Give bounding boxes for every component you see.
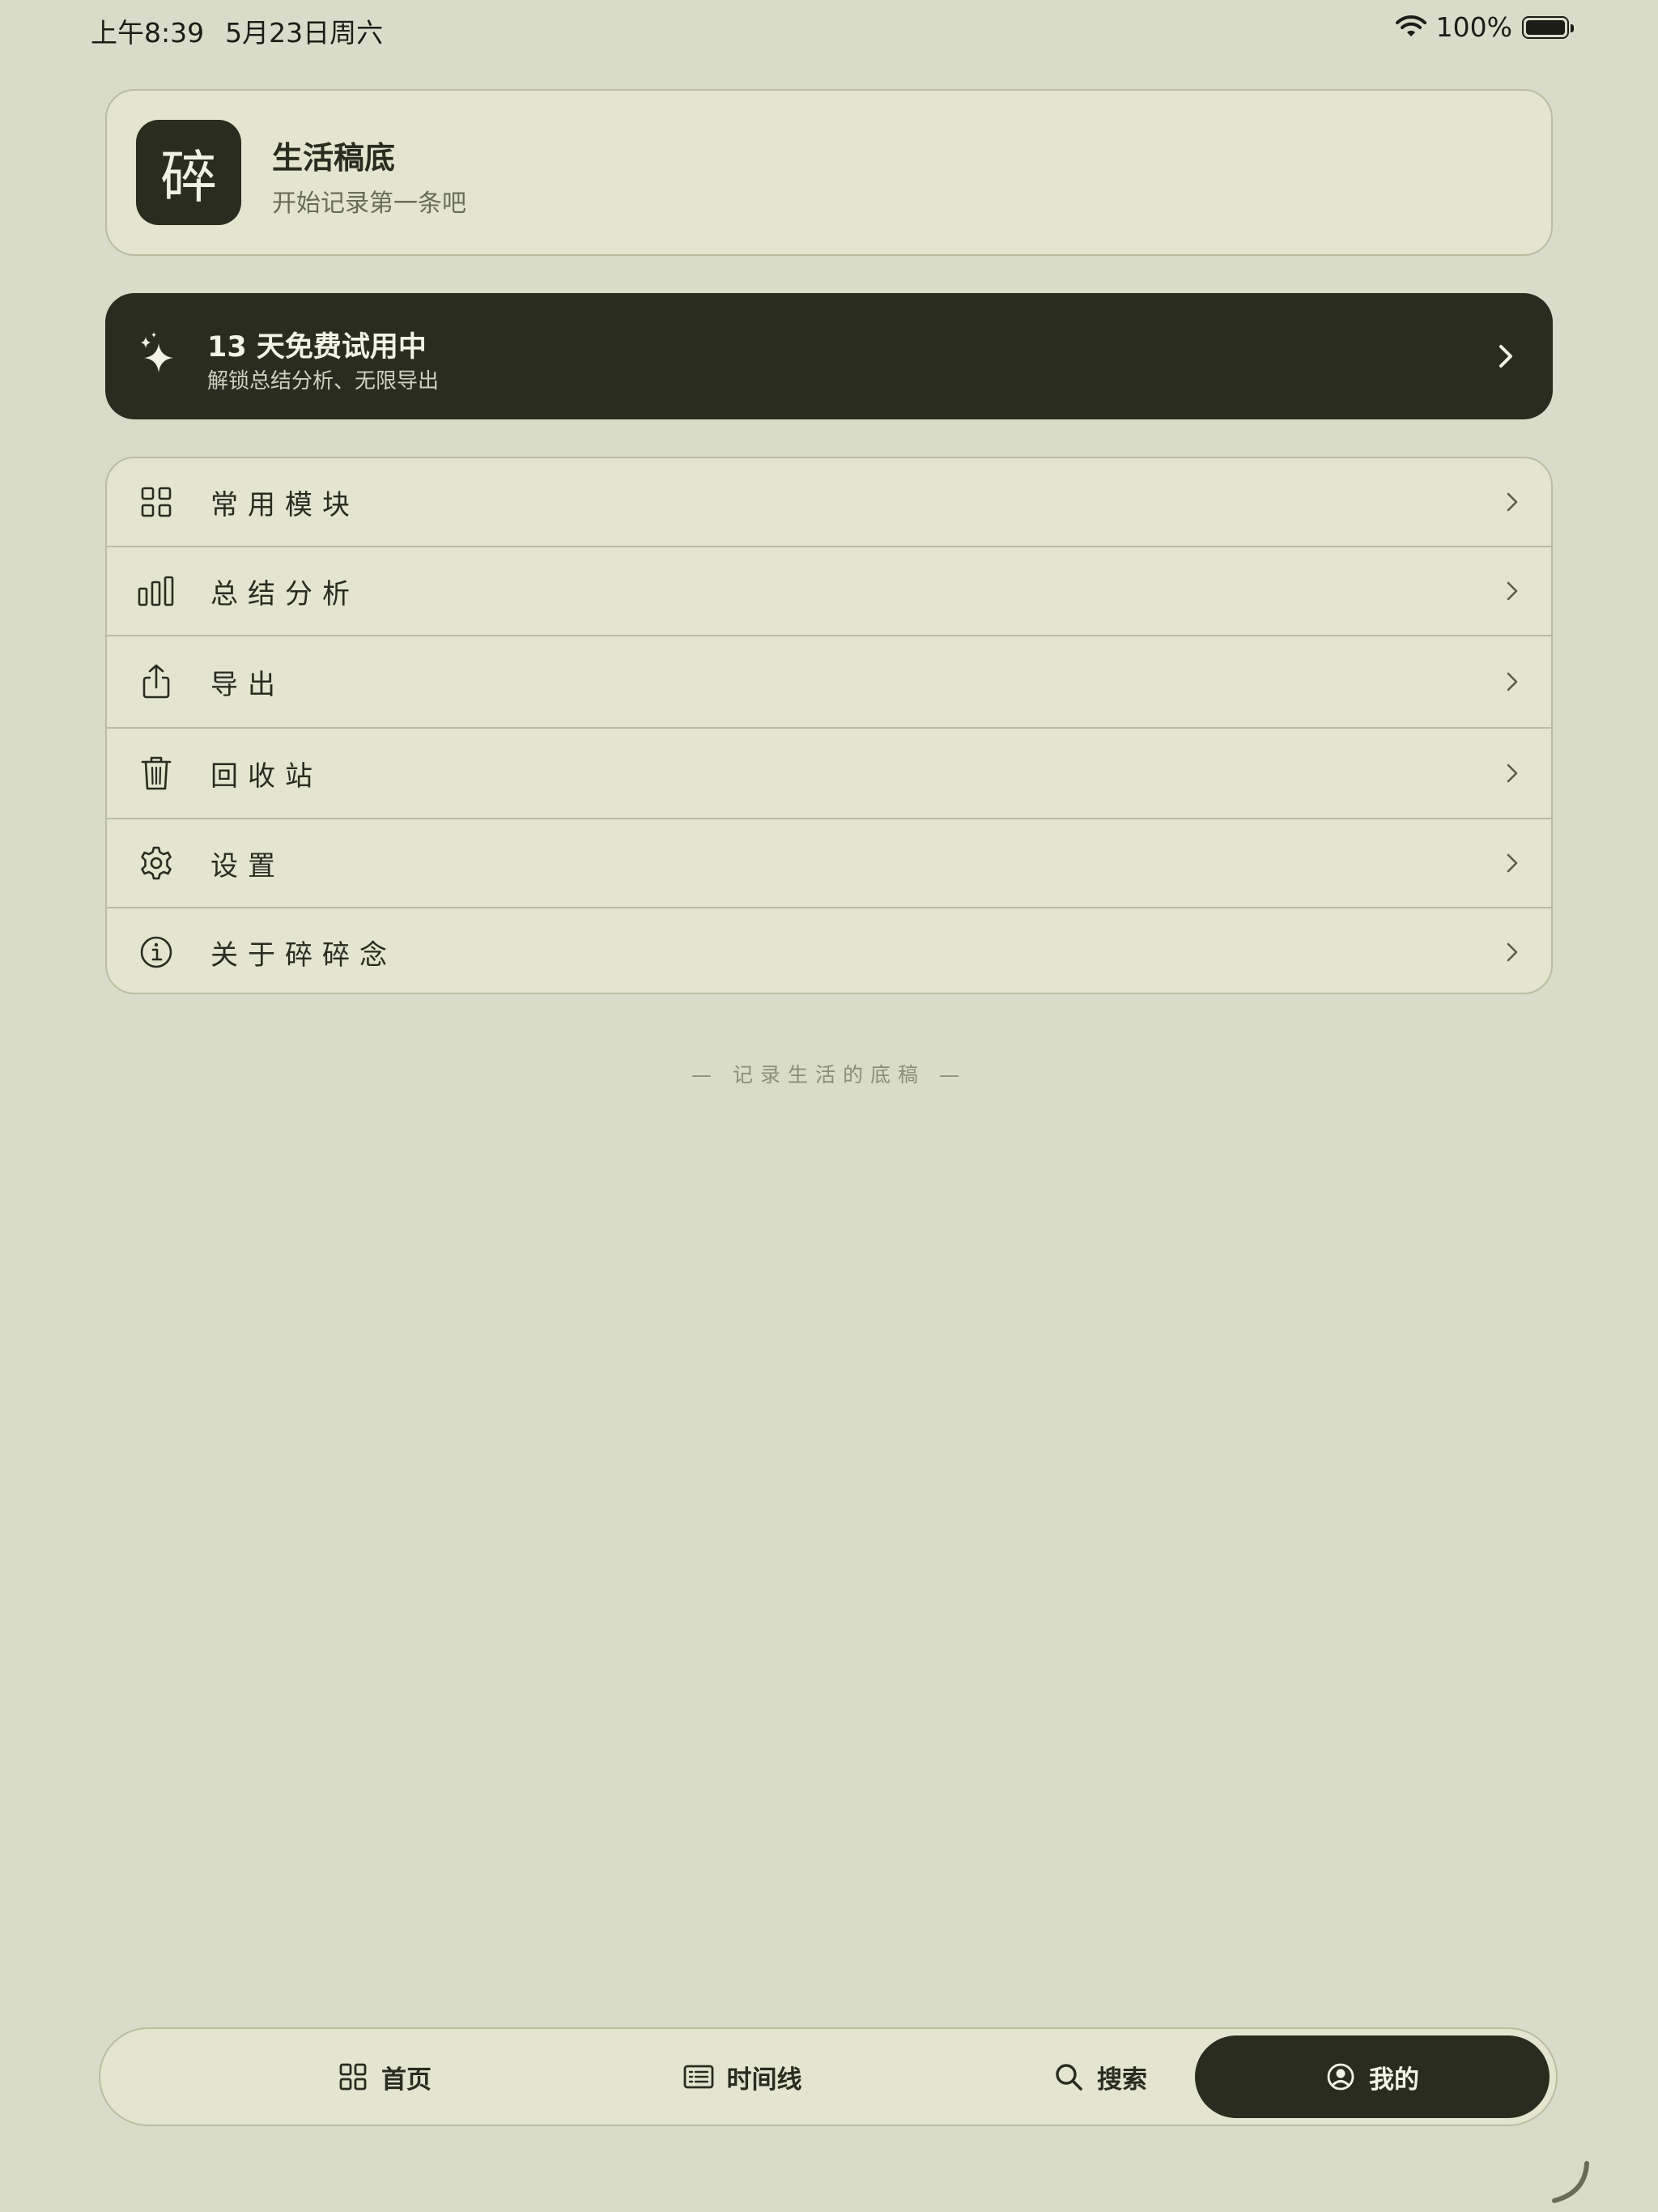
tab-label: 我的 (1369, 2065, 1419, 2095)
profile-subtitle: 开始记录第一条吧 (272, 189, 466, 218)
share-icon (142, 664, 170, 699)
status-right: 100% (1395, 11, 1574, 43)
menu-item-modules[interactable]: 常用模块 (107, 458, 1551, 546)
resize-corner-icon (1552, 2161, 1589, 2203)
user-icon (1327, 2063, 1354, 2091)
status-left: 上午8:39 5月23日周六 (91, 11, 383, 50)
menu-item-label: 导出 (210, 668, 285, 701)
tab-label: 首页 (381, 2065, 432, 2095)
menu-item-analysis[interactable]: 总结分析 (107, 546, 1551, 635)
tab-label: 搜索 (1097, 2065, 1147, 2095)
menu-item-label: 常用模块 (210, 488, 359, 521)
search-icon (1056, 2064, 1082, 2091)
menu-item-trash[interactable]: 回收站 (107, 727, 1551, 818)
chevron-right-icon (1507, 942, 1518, 962)
page: 上午8:39 5月23日周六 100% 碎 生活稿底 开始记录第一条吧 13 天… (0, 0, 1658, 2212)
menu-item-settings[interactable]: 设置 (107, 818, 1551, 907)
trash-icon (141, 756, 172, 790)
status-time: 上午8:39 (91, 17, 205, 49)
status-date: 5月23日周六 (225, 17, 384, 49)
menu-card: 常用模块 总结分析 导出 回收站 设置 关于碎碎念 (105, 457, 1553, 994)
info-icon (140, 936, 172, 968)
profile-card[interactable]: 碎 生活稿底 开始记录第一条吧 (105, 89, 1553, 256)
grid-icon (339, 2063, 367, 2091)
sparkle-icon (141, 332, 173, 372)
battery-percent: 100% (1435, 11, 1512, 43)
tab-home[interactable]: 首页 (207, 2035, 562, 2118)
menu-item-label: 设置 (210, 849, 285, 883)
tab-timeline[interactable]: 时间线 (565, 2035, 920, 2118)
chevron-right-icon (1507, 581, 1518, 601)
menu-item-label: 总结分析 (210, 577, 359, 610)
profile-title: 生活稿底 (272, 140, 396, 176)
app-avatar: 碎 (136, 120, 241, 225)
wifi-icon (1395, 15, 1426, 36)
menu-item-label: 回收站 (210, 759, 322, 793)
trial-subtitle: 解锁总结分析、无限导出 (207, 369, 440, 393)
status-bar: 上午8:39 5月23日周六 100% (0, 0, 1658, 58)
chevron-right-icon (1507, 492, 1518, 512)
trial-title: 13 天免费试用中 (207, 331, 427, 364)
menu-item-export[interactable]: 导出 (107, 635, 1551, 727)
trial-banner[interactable]: 13 天免费试用中 解锁总结分析、无限导出 (105, 293, 1553, 419)
grid-icon (141, 487, 172, 517)
tab-profile[interactable]: 我的 (1195, 2035, 1550, 2118)
tab-bar: 首页 时间线 搜索 我的 (99, 2027, 1558, 2126)
gear-icon (141, 846, 172, 880)
bar-chart-icon (138, 576, 174, 606)
chevron-right-icon (1507, 672, 1518, 691)
battery-icon (1522, 15, 1574, 39)
timeline-icon (683, 2065, 713, 2089)
chevron-right-icon (1507, 853, 1518, 873)
tab-label: 时间线 (726, 2065, 802, 2095)
chevron-right-icon (1507, 764, 1518, 783)
menu-item-label: 关于碎碎念 (210, 938, 397, 972)
footer-tagline: — 记录生活的底稿 — (691, 1063, 967, 1087)
chevron-right-icon (1499, 345, 1512, 368)
menu-item-about[interactable]: 关于碎碎念 (107, 907, 1551, 993)
